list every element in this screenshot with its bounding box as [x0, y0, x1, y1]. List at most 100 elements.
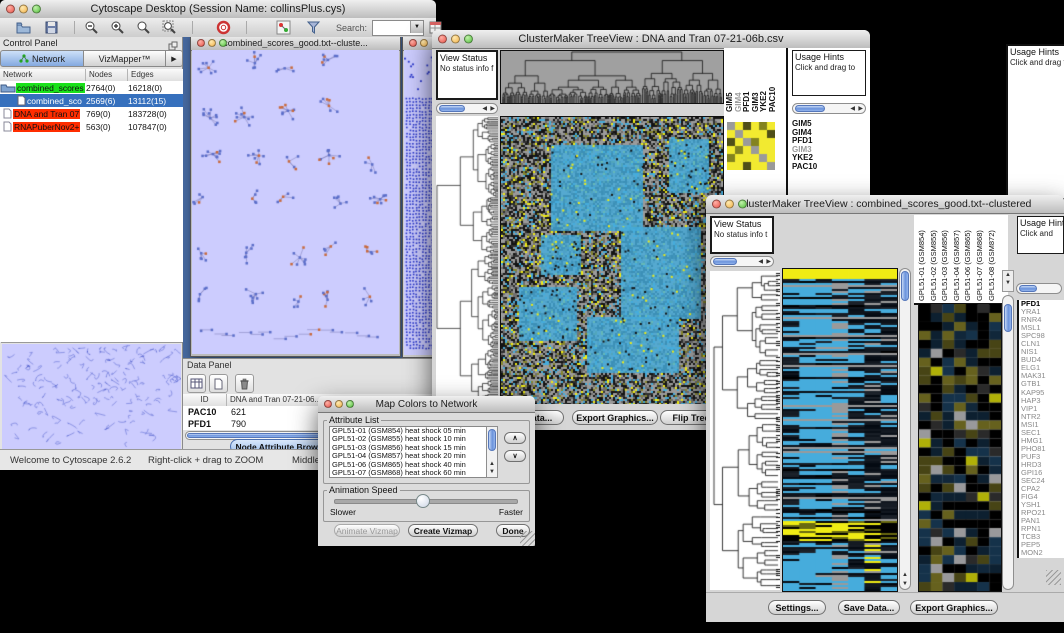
network-view-window[interactable]: combined_scores_good.txt--cluste... [190, 37, 401, 357]
minimize-button[interactable] [420, 39, 428, 47]
close-button[interactable] [409, 39, 417, 47]
array-column-label[interactable]: GPL51-03 (GSM856) [939, 216, 951, 301]
zoom-out-icon[interactable] [84, 20, 99, 35]
attribute-item[interactable]: GPL51-07 (GSM868) heat shock 60 min [330, 469, 487, 477]
attribute-item[interactable]: GPL51-02 (GSM855) heat shock 10 min [330, 435, 487, 443]
array-column-label[interactable]: GPL51-08 (GSM872) [986, 216, 998, 301]
combined-left-hscrollbar[interactable]: ◀ ▶ [710, 256, 774, 267]
col-edges[interactable]: Edges [128, 69, 183, 81]
attribute-item[interactable]: GPL51-03 (GSM856) heat shock 15 min [330, 444, 487, 452]
network-row-rnapuber[interactable]: RNAPuberNov2+ 563(0) 107847(0) [0, 120, 183, 133]
minimize-button[interactable] [19, 5, 28, 14]
tab-vizmapper[interactable]: VizMapper™ [84, 50, 166, 67]
attribute-item[interactable]: GPL51-04 (GSM857) heat shock 20 min [330, 452, 487, 460]
scrollbar-thumb[interactable] [439, 105, 465, 112]
cytoscape-titlebar[interactable]: Cytoscape Desktop (Session Name: collins… [0, 0, 436, 19]
scroll-left-icon[interactable]: ◀ [850, 105, 855, 113]
col-id[interactable]: ID [183, 394, 227, 406]
combined-vscrollbar[interactable]: ▲ ▼ [899, 268, 911, 590]
gene-row-label[interactable]: PAC10 [792, 163, 866, 172]
scroll-down-icon[interactable]: ▼ [489, 468, 495, 476]
minimize-button[interactable] [208, 39, 216, 47]
open-file-icon[interactable] [16, 20, 31, 35]
tab-network[interactable]: Network [0, 50, 84, 67]
zoom-selected-icon[interactable] [162, 20, 177, 35]
zoom-button[interactable] [346, 400, 354, 408]
network-overview[interactable] [1, 342, 182, 451]
network-view-titlebar[interactable]: combined_scores_good.txt--cluste... [191, 37, 400, 51]
network-view-window-2[interactable] [402, 37, 436, 358]
window-controls[interactable] [6, 5, 41, 14]
array-column-label[interactable]: GPL51-06 (GSM865) [962, 216, 974, 301]
new-attribute-icon[interactable] [209, 374, 228, 393]
row-dendrogram[interactable] [436, 116, 498, 404]
scrollbar-thumb[interactable] [1004, 304, 1012, 332]
array-column-label[interactable]: GPL51-01 (GSM854) [916, 216, 928, 301]
gene-column-label[interactable]: PAC10 [769, 50, 778, 112]
row-dendrogram[interactable] [710, 271, 780, 590]
close-button[interactable] [6, 5, 15, 14]
close-button[interactable] [197, 39, 205, 47]
dna-heatmap[interactable] [500, 116, 724, 406]
zoom-button[interactable] [219, 39, 227, 47]
scrollbar-thumb[interactable] [713, 258, 737, 265]
zoom-button[interactable] [32, 5, 41, 14]
tab-overflow[interactable]: ▶ [166, 50, 183, 67]
create-vizmap-button[interactable]: Create Vizmap [408, 524, 478, 537]
scroll-right-icon[interactable]: ▶ [766, 258, 771, 266]
export-graphics-button[interactable]: Export Graphics... [910, 600, 998, 615]
attribute-list[interactable]: GPL51-01 (GSM854) heat shock 05 minGPL51… [329, 426, 488, 478]
move-up-button[interactable]: ∧ [504, 432, 526, 444]
network-row-combined-scores[interactable]: combined_scores 2764(0) 16218(0) [0, 81, 183, 94]
dna-zoom-hscrollbar[interactable]: ◀ ▶ [792, 103, 866, 114]
network-row-dna-tran[interactable]: DNA and Tran 07 769(0) 183728(0) [0, 107, 183, 120]
scroll-right-icon[interactable]: ▶ [490, 105, 495, 113]
treeview-combined-titlebar[interactable]: ClusterMaker TreeView : combined_scores_… [706, 195, 1064, 214]
column-dendrogram[interactable] [500, 50, 724, 104]
zoom-button[interactable] [464, 35, 473, 44]
scrollbar-thumb[interactable] [1019, 285, 1037, 292]
attribute-item[interactable]: GPL51-01 (GSM854) heat shock 05 min [330, 427, 487, 435]
move-down-button[interactable]: ∨ [504, 450, 526, 462]
resize-grip[interactable] [1046, 570, 1061, 585]
scroll-left-icon[interactable]: ◀ [482, 105, 487, 113]
zoom-button[interactable] [738, 200, 747, 209]
array-column-label[interactable]: GPL51-07 (GSM868) [974, 216, 986, 301]
save-data-button[interactable]: Save Data... [838, 600, 900, 615]
overview-canvas[interactable] [2, 344, 181, 450]
attribute-item[interactable]: GPL51-06 (GSM865) heat shock 40 min [330, 461, 487, 469]
network-row-selected[interactable]: combined_sco 2569(6) 13112(15) [0, 94, 183, 107]
scroll-down-icon[interactable]: ▼ [1003, 279, 1013, 287]
speed-slider-thumb[interactable] [416, 494, 430, 508]
dna-left-hscrollbar[interactable]: ◀ ▶ [436, 103, 498, 114]
zoom-fit-icon[interactable] [136, 20, 151, 35]
scrollbar-thumb[interactable] [901, 271, 909, 301]
vizmapper-icon[interactable] [276, 20, 291, 35]
array-column-label[interactable]: GPL51-02 (GSM855) [928, 216, 940, 301]
filter-icon[interactable] [306, 20, 321, 35]
zoom-heatmap[interactable] [918, 303, 1002, 592]
map-colors-titlebar[interactable]: Map Colors to Network [318, 396, 535, 413]
network-canvas[interactable] [192, 50, 399, 354]
col-nodes[interactable]: Nodes [86, 69, 128, 81]
help-ring-icon[interactable] [216, 20, 231, 35]
zoom-hscrollbar[interactable] [1016, 283, 1062, 294]
scrollbar-thumb[interactable] [795, 105, 825, 112]
table-grid-icon[interactable] [187, 374, 206, 393]
scroll-up-icon[interactable]: ▲ [1003, 271, 1013, 279]
array-column-label[interactable]: GPL51-04 (GSM857) [951, 216, 963, 301]
settings-button[interactable]: Settings... [768, 600, 826, 615]
close-button[interactable] [712, 200, 721, 209]
minimize-button[interactable] [335, 400, 343, 408]
minimize-button[interactable] [725, 200, 734, 209]
zoom-in-icon[interactable] [110, 20, 125, 35]
gene-row-label[interactable]: MON2 [1021, 549, 1064, 557]
treeview-dna-titlebar[interactable]: ClusterMaker TreeView : DNA and Tran 07-… [432, 30, 870, 49]
close-button[interactable] [324, 400, 332, 408]
export-graphics-button[interactable]: Export Graphics... [572, 410, 658, 425]
scroll-up-icon[interactable]: ▲ [489, 460, 495, 468]
attribute-list-vscrollbar[interactable]: ▲ ▼ [486, 426, 498, 478]
zoom-vscroll-arrows[interactable]: ▲ ▼ [1002, 270, 1014, 292]
col-network[interactable]: Network [0, 69, 86, 81]
scroll-left-icon[interactable]: ◀ [758, 258, 763, 266]
